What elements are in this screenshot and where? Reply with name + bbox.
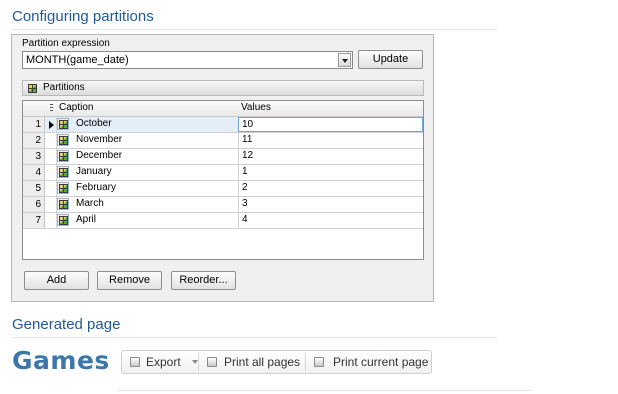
values-column-header[interactable]: Values [241, 102, 271, 113]
heading-divider [12, 337, 497, 338]
values-cell[interactable]: 12 [238, 149, 424, 164]
values-cell-text: 10 [242, 119, 254, 130]
partition-expression-value: MONTH(game_date) [26, 54, 129, 66]
print-current-label: Print current page [333, 355, 429, 369]
row-indicator [46, 213, 57, 228]
toolbar-separator [198, 353, 199, 371]
values-cell-text: 2 [242, 182, 248, 193]
caption-cell[interactable]: November [76, 134, 122, 145]
reorder-button[interactable]: Reorder... [171, 271, 236, 290]
values-cell-text: 1 [242, 166, 248, 177]
heading-divider [12, 29, 497, 30]
row-indicator [46, 197, 57, 212]
values-cell-text: 11 [242, 134, 253, 145]
row-number: 2 [23, 133, 45, 148]
footer-divider [118, 390, 532, 391]
row-icon-box[interactable] [57, 150, 69, 162]
partition-config-panel: Partition expression MONTH(game_date) Up… [11, 34, 434, 302]
values-cell[interactable]: 1 [238, 165, 424, 180]
values-cell[interactable]: 11 [238, 133, 424, 148]
remove-button[interactable]: Remove [97, 271, 162, 290]
values-cell-text: 3 [242, 198, 248, 209]
row-icon-box[interactable] [57, 118, 69, 130]
grid-icon [59, 120, 68, 129]
row-indicator [46, 133, 57, 148]
caption-cell[interactable]: April [76, 214, 96, 225]
caption-column-header[interactable]: Caption [59, 102, 93, 113]
table-row[interactable]: 4 January 1 [23, 165, 423, 181]
caption-cell[interactable]: December [76, 150, 122, 161]
print-all-label: Print all pages [224, 355, 301, 369]
row-icon-box[interactable] [57, 166, 69, 178]
grid-icon [28, 84, 37, 93]
partitions-section-header[interactable]: Partitions [22, 80, 424, 96]
table-row[interactable]: 1 October 10 [23, 117, 423, 133]
table-row[interactable]: 6 March 3 [23, 197, 423, 213]
row-icon-box[interactable] [57, 214, 69, 226]
row-indicator [46, 181, 57, 196]
row-number: 3 [23, 149, 45, 164]
drag-grip-icon[interactable] [50, 104, 53, 113]
grid-icon [59, 184, 68, 193]
partitions-section-title: Partitions [43, 82, 85, 93]
row-number: 6 [23, 197, 45, 212]
values-cell[interactable]: 3 [238, 197, 424, 212]
grid-icon [59, 216, 68, 225]
row-number: 7 [23, 213, 45, 228]
caption-cell[interactable]: January [76, 166, 112, 177]
values-cell[interactable]: 2 [238, 181, 424, 196]
table-row[interactable]: 2 November 11 [23, 133, 423, 149]
row-number: 5 [23, 181, 45, 196]
row-icon-box[interactable] [57, 134, 69, 146]
values-cell-text: 12 [242, 150, 254, 161]
row-number: 4 [23, 165, 45, 180]
export-button[interactable]: Export [128, 351, 198, 373]
caption-cell[interactable]: February [76, 182, 116, 193]
values-cell-text: 4 [242, 214, 248, 225]
values-cell[interactable]: 10 [238, 117, 423, 132]
grid-icon [59, 200, 68, 209]
current-row-arrow-icon [49, 121, 54, 129]
add-button[interactable]: Add [24, 271, 89, 290]
printer-icon [207, 357, 217, 367]
partition-expression-combobox[interactable]: MONTH(game_date) [22, 51, 353, 69]
export-icon [130, 357, 140, 367]
row-indicator [46, 117, 57, 132]
print-current-page-button[interactable]: Print current page [311, 351, 429, 373]
row-indicator [46, 165, 57, 180]
caption-cell[interactable]: March [76, 198, 104, 209]
caption-cell[interactable]: October [76, 118, 112, 129]
generated-toolbar: Export Print all pages Print current pag… [121, 350, 432, 374]
print-all-pages-button[interactable]: Print all pages [204, 351, 304, 373]
row-icon-box[interactable] [57, 182, 69, 194]
table-row[interactable]: 3 December 12 [23, 149, 423, 165]
configuring-partitions-heading: Configuring partitions [12, 8, 154, 25]
row-icon-box[interactable] [57, 198, 69, 210]
table-row[interactable]: 7 April 4 [23, 213, 423, 229]
partitions-grid[interactable]: Caption Values 1 October 10 2 November 11 3 Dec… [22, 100, 424, 260]
partition-expression-label: Partition expression [22, 38, 110, 49]
grid-icon [59, 152, 68, 161]
chevron-down-icon[interactable] [338, 53, 351, 67]
row-number: 1 [23, 117, 45, 132]
generated-page-heading: Generated page [12, 316, 121, 333]
row-indicator [46, 149, 57, 164]
grid-icon [59, 136, 68, 145]
values-cell[interactable]: 4 [238, 213, 424, 228]
table-row[interactable]: 5 February 2 [23, 181, 423, 197]
grid-icon [59, 168, 68, 177]
grid-header: Caption Values [23, 101, 423, 117]
update-button[interactable]: Update [358, 50, 423, 69]
toolbar-separator [305, 353, 306, 371]
generated-page-title: Games [12, 346, 110, 375]
export-label: Export [146, 355, 181, 369]
printer-icon [314, 357, 324, 367]
